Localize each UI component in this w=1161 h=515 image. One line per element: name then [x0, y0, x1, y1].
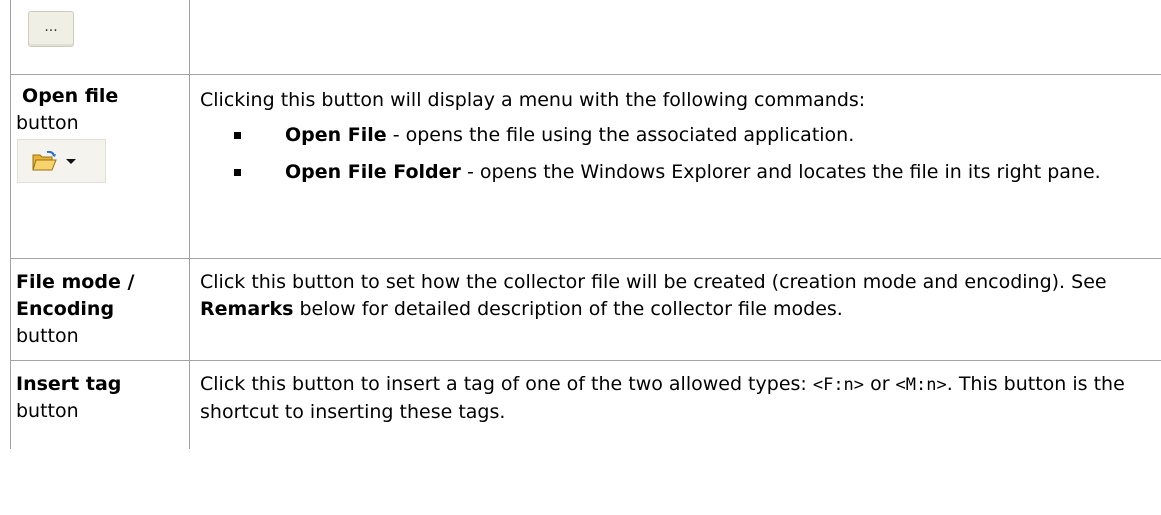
folder-open-icon [32, 151, 58, 171]
table-row: File mode / Encoding button Click this b… [10, 258, 1161, 361]
table-row: Insert tag button Click this button to i… [10, 360, 1161, 449]
file-mode-title-line2: Encoding [16, 298, 115, 320]
command-text: - opens the Windows Explorer and locates… [460, 161, 1101, 183]
cell-file-mode-description: Click this button to set how the collect… [189, 258, 1161, 361]
file-mode-description: Click this button to set how the collect… [200, 269, 1151, 323]
cell-insert-tag-description: Click this button to insert a tag of one… [189, 360, 1161, 449]
table-row: ... [10, 0, 1161, 75]
open-file-command-list: Open File - opens the file using the ass… [200, 122, 1151, 186]
desc-text: below for detailed description of the co… [293, 298, 843, 320]
ellipsis-button[interactable]: ... [28, 11, 74, 47]
cell-empty [189, 0, 1161, 75]
cell-file-mode-title: File mode / Encoding button [10, 258, 190, 361]
chevron-down-icon [66, 158, 76, 164]
open-file-button[interactable] [17, 139, 106, 183]
desc-text: or [864, 373, 896, 395]
tag-code: <M:n> [895, 375, 947, 395]
remarks-link-text: Remarks [200, 298, 294, 320]
cell-open-file-description: Clicking this button will display a menu… [189, 74, 1161, 259]
cell-ellipsis-button: ... [10, 0, 190, 75]
desc-text: Click this button to insert a tag of one… [200, 373, 813, 395]
desc-text: Click this button to set how the collect… [200, 271, 1107, 293]
insert-tag-description: Click this button to insert a tag of one… [200, 371, 1151, 426]
cell-open-file-title: Open file button [10, 74, 190, 259]
command-name: Open File [285, 124, 387, 146]
list-item: Open File - opens the file using the ass… [234, 122, 1151, 149]
tag-code: <F:n> [812, 375, 865, 395]
insert-tag-title-suffix: button [16, 400, 79, 422]
insert-tag-title: Insert tag [16, 373, 122, 395]
open-file-description: Clicking this button will display a menu… [200, 89, 866, 111]
command-text: - opens the file using the associated ap… [386, 124, 855, 146]
open-file-title: Open file [22, 85, 119, 107]
file-mode-title-line1: File mode / [16, 271, 135, 293]
table-row: Open file button Clicking this button wi… [10, 74, 1161, 259]
help-table: ... Open file button Clicking this butto… [10, 0, 1161, 449]
list-item: Open File Folder - opens the Windows Exp… [234, 159, 1151, 186]
command-name: Open File Folder [285, 161, 461, 183]
file-mode-title-suffix: button [16, 325, 79, 347]
cell-insert-tag-title: Insert tag button [10, 360, 190, 449]
open-file-title-suffix: button [16, 112, 79, 134]
